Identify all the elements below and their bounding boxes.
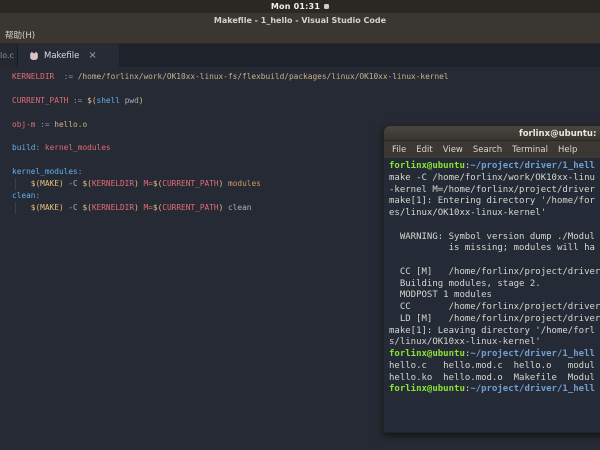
terminal-line: s/linux/OK10xx-linux-kernel' [389, 337, 600, 349]
terminal-menu-help[interactable]: Help [558, 145, 577, 155]
terminal-line: hello.c hello.mod.c hello.o modul [389, 361, 600, 373]
vscode-tab-bar: lo.c Makefile × [0, 44, 600, 67]
terminal-menu-view[interactable]: View [443, 145, 463, 155]
terminal-line: es/linux/OK10xx-linux-kernel' [389, 208, 600, 220]
terminal-line: forlinx@ubuntu:~/project/driver/1_hell [389, 161, 600, 173]
tab-hello-c-partial[interactable]: lo.c [0, 44, 18, 67]
terminal-menu-edit[interactable]: Edit [416, 145, 432, 155]
vscode-menu-bar: 帮助(H) [0, 27, 600, 44]
terminal-line: MODPOST 1 modules [389, 290, 600, 302]
terminal-menu-terminal[interactable]: Terminal [512, 145, 548, 155]
vscode-title-bar: Makefile - 1_hello - Visual Studio Code [0, 13, 600, 27]
terminal-output[interactable]: forlinx@ubuntu:~/project/driver/1_hellma… [383, 158, 600, 433]
terminal-title-bar[interactable]: forlinx@ubuntu: [383, 125, 600, 141]
terminal-line: -kernel M=/home/forlinx/project/driver [389, 185, 600, 197]
terminal-line: make -C /home/forlinx/work/OK10xx-linu [389, 173, 600, 185]
terminal-line: Building modules, stage 2. [389, 279, 600, 291]
makefile-file-icon [29, 51, 39, 61]
terminal-line: LD [M] /home/forlinx/project/driver [389, 314, 600, 326]
tab-close-icon[interactable]: × [88, 51, 96, 61]
tab-makefile[interactable]: Makefile × [18, 44, 119, 67]
code-line [12, 83, 449, 95]
terminal-menu-file[interactable]: File [392, 145, 406, 155]
terminal-menu-bar: File Edit View Search Terminal Help [383, 141, 600, 158]
terminal-window-title: forlinx@ubuntu: [519, 129, 596, 139]
panel-indicator-icon[interactable] [324, 4, 329, 9]
terminal-line: make[1]: Leaving directory '/home/forl [389, 326, 600, 338]
terminal-line: WARNING: Symbol version dump ./Modul [389, 232, 600, 244]
terminal-line: forlinx@ubuntu:~/project/driver/1_hell [389, 384, 600, 396]
code-line [12, 107, 449, 119]
terminal-line: CC [M] /home/forlinx/project/driver [389, 267, 600, 279]
terminal-line: forlinx@ubuntu:~/project/driver/1_hell [389, 349, 600, 361]
tab-hello-c-label: lo.c [0, 51, 14, 60]
terminal-line: CC /home/forlinx/project/driver [389, 302, 600, 314]
code-line: CURRENT_PATH := $(shell pwd) [12, 95, 449, 107]
tab-makefile-label: Makefile [44, 51, 79, 61]
terminal-window: forlinx@ubuntu: File Edit View Search Te… [383, 125, 600, 433]
terminal-line: is missing; modules will ha [389, 243, 600, 255]
terminal-line [389, 255, 600, 267]
terminal-line: make[1]: Entering directory '/home/for [389, 196, 600, 208]
code-line: KERNELDIR := /home/forlinx/work/OK10xx-l… [12, 71, 449, 83]
ubuntu-top-panel: Mon 01:31 [0, 0, 600, 13]
menu-item-help[interactable]: 帮助(H) [0, 29, 40, 41]
panel-clock[interactable]: Mon 01:31 [271, 2, 320, 11]
terminal-menu-search[interactable]: Search [473, 145, 502, 155]
terminal-line: hello.ko hello.mod.o Makefile Modul [389, 373, 600, 385]
vscode-window-title: Makefile - 1_hello - Visual Studio Code [214, 16, 386, 25]
terminal-line [389, 220, 600, 232]
desktop: { "panel": { "clock": "Mon 01:31" }, "vs… [0, 0, 600, 450]
